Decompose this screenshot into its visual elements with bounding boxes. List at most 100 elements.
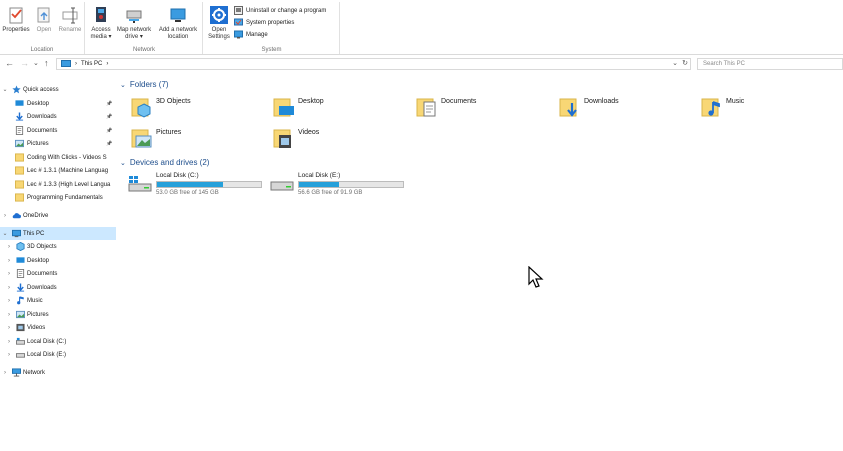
chevron-right-icon[interactable]: › (5, 312, 13, 318)
folder-tile-videos[interactable]: Videos (273, 127, 413, 153)
download-icon (15, 112, 24, 121)
sidebar-label: Local Disk (C:) (27, 338, 67, 345)
music-folder-icon (701, 98, 720, 117)
chevron-right-icon[interactable]: › (5, 298, 13, 304)
sidebar-item-desktop[interactable]: › Desktop (0, 254, 116, 267)
sidebar-label: Lec # 1.3.1 (Machine Languag (27, 167, 109, 174)
documents-folder-icon (416, 98, 436, 117)
system-properties-icon (234, 18, 243, 26)
back-button[interactable]: ← (5, 59, 14, 68)
computer-icon (12, 229, 21, 238)
drive-tile-e[interactable]: Local Disk (E:) 56.6 GB free of 91.9 GB (270, 172, 410, 202)
folder-tile-music[interactable]: Music (701, 96, 841, 122)
chevron-right-icon[interactable]: › (1, 370, 9, 376)
recent-locations-button[interactable]: ⌄ (33, 59, 39, 68)
sidebar-item-network[interactable]: › Network (0, 366, 116, 379)
sidebar-label: Coding With Clicks - Videos S (27, 154, 107, 161)
folder-tile-pictures[interactable]: Pictures (131, 127, 271, 153)
folder-tile-downloads[interactable]: Downloads (559, 96, 699, 122)
sidebar-item-downloads[interactable]: Downloads 📌 (0, 110, 116, 123)
sidebar-item-music[interactable]: › Music (0, 294, 116, 307)
document-icon (16, 269, 25, 278)
sidebar-item-folder[interactable]: Programming Fundamentals (0, 191, 116, 204)
sidebar-item-pictures[interactable]: › Pictures (0, 308, 116, 321)
sidebar-label: Local Disk (E:) (27, 351, 67, 358)
refresh-button[interactable]: ↻ (682, 59, 688, 67)
open-label: Open (36, 27, 52, 33)
add-network-location-button[interactable]: Add a network location (155, 6, 201, 41)
search-input[interactable]: Search This PC (697, 58, 843, 70)
address-dropdown-button[interactable]: ⌄ (672, 59, 678, 67)
address-field[interactable]: › This PC › ⌄ ↻ (56, 58, 691, 70)
chevron-right-icon[interactable]: › (1, 213, 9, 219)
system-properties-label: System properties (246, 19, 295, 26)
music-icon (17, 296, 24, 305)
manage-label: Manage (246, 31, 268, 38)
chevron-right-icon[interactable]: › (5, 325, 13, 331)
chevron-down-icon[interactable]: ⌄ (1, 86, 9, 93)
sidebar-item-downloads[interactable]: › Downloads (0, 281, 116, 294)
chevron-right-icon[interactable]: › (5, 271, 13, 277)
sidebar-label: Downloads (27, 113, 57, 120)
breadcrumb-this-pc[interactable]: This PC (81, 61, 102, 67)
sidebar-item-videos[interactable]: › Videos (0, 321, 116, 334)
sidebar-item-onedrive[interactable]: › OneDrive (0, 209, 116, 222)
folder-tile-documents[interactable]: Documents (416, 96, 556, 122)
rename-button[interactable]: Rename (57, 6, 83, 34)
sidebar-label: Pictures (27, 140, 49, 147)
drive-icon (270, 181, 294, 191)
drives-section-header[interactable]: ⌄ Devices and drives (2) (120, 158, 209, 167)
sidebar-item-local-disk-e[interactable]: › Local Disk (E:) (0, 348, 116, 361)
sidebar-item-desktop[interactable]: Desktop 📌 (0, 97, 116, 110)
drive-tile-c[interactable]: Local Disk (C:) 53.0 GB free of 145 GB (128, 172, 268, 202)
sidebar-item-3d-objects[interactable]: › 3D Objects (0, 240, 116, 253)
map-network-drive-button[interactable]: Map network drive ▾ (114, 6, 154, 41)
sidebar-label-network: Network (23, 369, 46, 376)
folders-section-header[interactable]: ⌄ Folders (7) (120, 80, 169, 89)
sidebar-item-folder[interactable]: Coding With Clicks - Videos S (0, 151, 116, 164)
search-placeholder: Search This PC (703, 61, 745, 67)
sidebar-label: 3D Objects (27, 243, 57, 250)
sidebar-item-local-disk-c[interactable]: › Local Disk (C:) (0, 335, 116, 348)
system-properties-button[interactable]: System properties (234, 18, 294, 27)
sidebar-item-quick-access[interactable]: ⌄ Quick access (0, 83, 116, 96)
chevron-down-icon: ⌄ (120, 81, 126, 89)
access-media-button[interactable]: Access media ▾ (88, 6, 114, 41)
manage-button[interactable]: Manage (234, 30, 268, 39)
address-bar-row: ← → ⌄ ↑ › This PC › ⌄ ↻ Search This PC (0, 56, 843, 72)
uninstall-label: Uninstall or change a program (246, 7, 327, 14)
folder-icon (15, 193, 24, 202)
up-button[interactable]: ↑ (44, 59, 49, 68)
folder-tile-3d-objects[interactable]: 3D Objects (131, 96, 271, 122)
location-group-label: Location (30, 47, 54, 53)
chevron-right-icon[interactable]: › (5, 352, 13, 358)
chevron-right-icon[interactable]: › (5, 258, 13, 264)
sidebar-label: Videos (27, 324, 46, 331)
pin-icon: 📌 (106, 127, 113, 134)
open-button[interactable]: Open (33, 6, 55, 34)
cloud-icon (12, 213, 21, 219)
forward-button[interactable]: → (20, 59, 29, 68)
chevron-right-icon[interactable]: › (5, 285, 13, 291)
sidebar-item-folder[interactable]: Lec # 1.3.3 (High Level Langua (0, 178, 116, 191)
sidebar-item-this-pc[interactable]: ⌄ This PC (0, 227, 116, 240)
uninstall-program-button[interactable]: Uninstall or change a program (234, 6, 326, 15)
sidebar-item-folder[interactable]: Lec # 1.3.1 (Machine Languag (0, 164, 116, 177)
folder-tile-desktop[interactable]: Desktop (273, 96, 413, 122)
rename-icon (62, 7, 78, 24)
sidebar-item-pictures[interactable]: Pictures 📌 (0, 137, 116, 150)
3d-objects-folder-icon (131, 98, 151, 118)
open-settings-button[interactable]: Open Settings (206, 6, 232, 41)
sidebar-label: Pictures (27, 311, 49, 318)
document-icon (15, 126, 24, 135)
sidebar-item-documents[interactable]: › Documents (0, 267, 116, 280)
sidebar-item-documents[interactable]: Documents 📌 (0, 124, 116, 137)
download-icon (16, 283, 25, 292)
sidebar-label: Music (27, 297, 43, 304)
chevron-right-icon[interactable]: › (5, 244, 13, 250)
pin-icon: 📌 (106, 100, 113, 107)
folder-icon (15, 166, 24, 175)
chevron-right-icon[interactable]: › (5, 339, 13, 345)
chevron-down-icon[interactable]: ⌄ (1, 230, 9, 237)
properties-button[interactable]: Properties (2, 6, 30, 34)
